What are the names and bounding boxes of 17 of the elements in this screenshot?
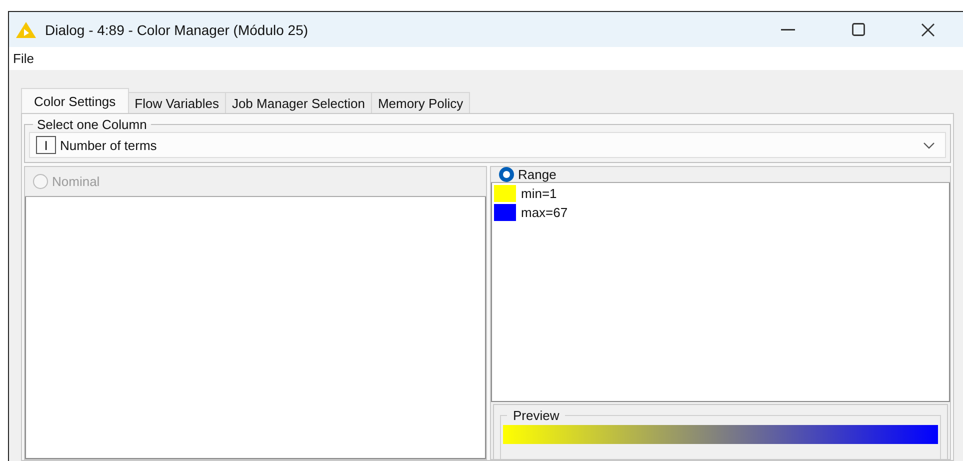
preview-label: Preview (512, 408, 560, 423)
caret-icon (923, 142, 935, 148)
tab[interactable]: Color Settings (21, 88, 129, 113)
app-logo-icon (15, 20, 37, 38)
tab[interactable]: Memory Policy (370, 92, 470, 113)
tab[interactable]: Job Manager Selection (224, 92, 372, 113)
window-title: Dialog - 4:89 - Color Manager (Módulo 25) (45, 22, 310, 38)
column-type-icon: I (36, 136, 56, 154)
range-label: min=1 (521, 186, 557, 201)
menu-item[interactable]: File (12, 51, 35, 66)
maximize-icon[interactable] (852, 23, 864, 36)
range-label: max=67 (521, 205, 568, 220)
tab[interactable]: Flow Variables (128, 92, 226, 113)
close-icon[interactable] (921, 22, 935, 36)
minimize-icon[interactable] (781, 28, 795, 30)
column-dropdown[interactable]: I Number of terms (29, 132, 946, 158)
group-label: Select one Column (36, 117, 148, 132)
